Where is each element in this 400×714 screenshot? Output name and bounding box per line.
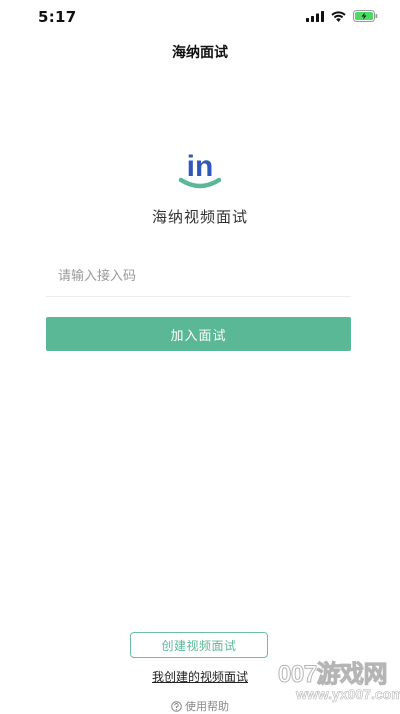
create-interview-button[interactable]: 创建视频面试	[130, 632, 268, 658]
status-icons	[306, 10, 378, 22]
watermark-url: www.yx007.com	[296, 686, 400, 703]
app-name: 海纳视频面试	[151, 208, 248, 226]
app-logo-text: in	[187, 150, 214, 183]
access-code-field	[46, 258, 351, 297]
help-label: 使用帮助	[185, 700, 229, 713]
access-code-input[interactable]	[46, 258, 351, 294]
watermark-brand: 007游戏网	[277, 661, 388, 689]
status-time: 5:17	[38, 8, 77, 26]
status-bar: 5:17	[0, 0, 400, 34]
watermark: 007游戏网 www.yx007.com	[277, 654, 400, 706]
app-logo-icon: in	[178, 150, 222, 189]
signal-icon	[306, 10, 324, 22]
wifi-icon	[331, 10, 346, 22]
page-title: 海纳面试	[172, 45, 228, 61]
battery-charging-icon	[353, 10, 378, 22]
join-interview-button[interactable]: 加入面试	[46, 317, 351, 351]
